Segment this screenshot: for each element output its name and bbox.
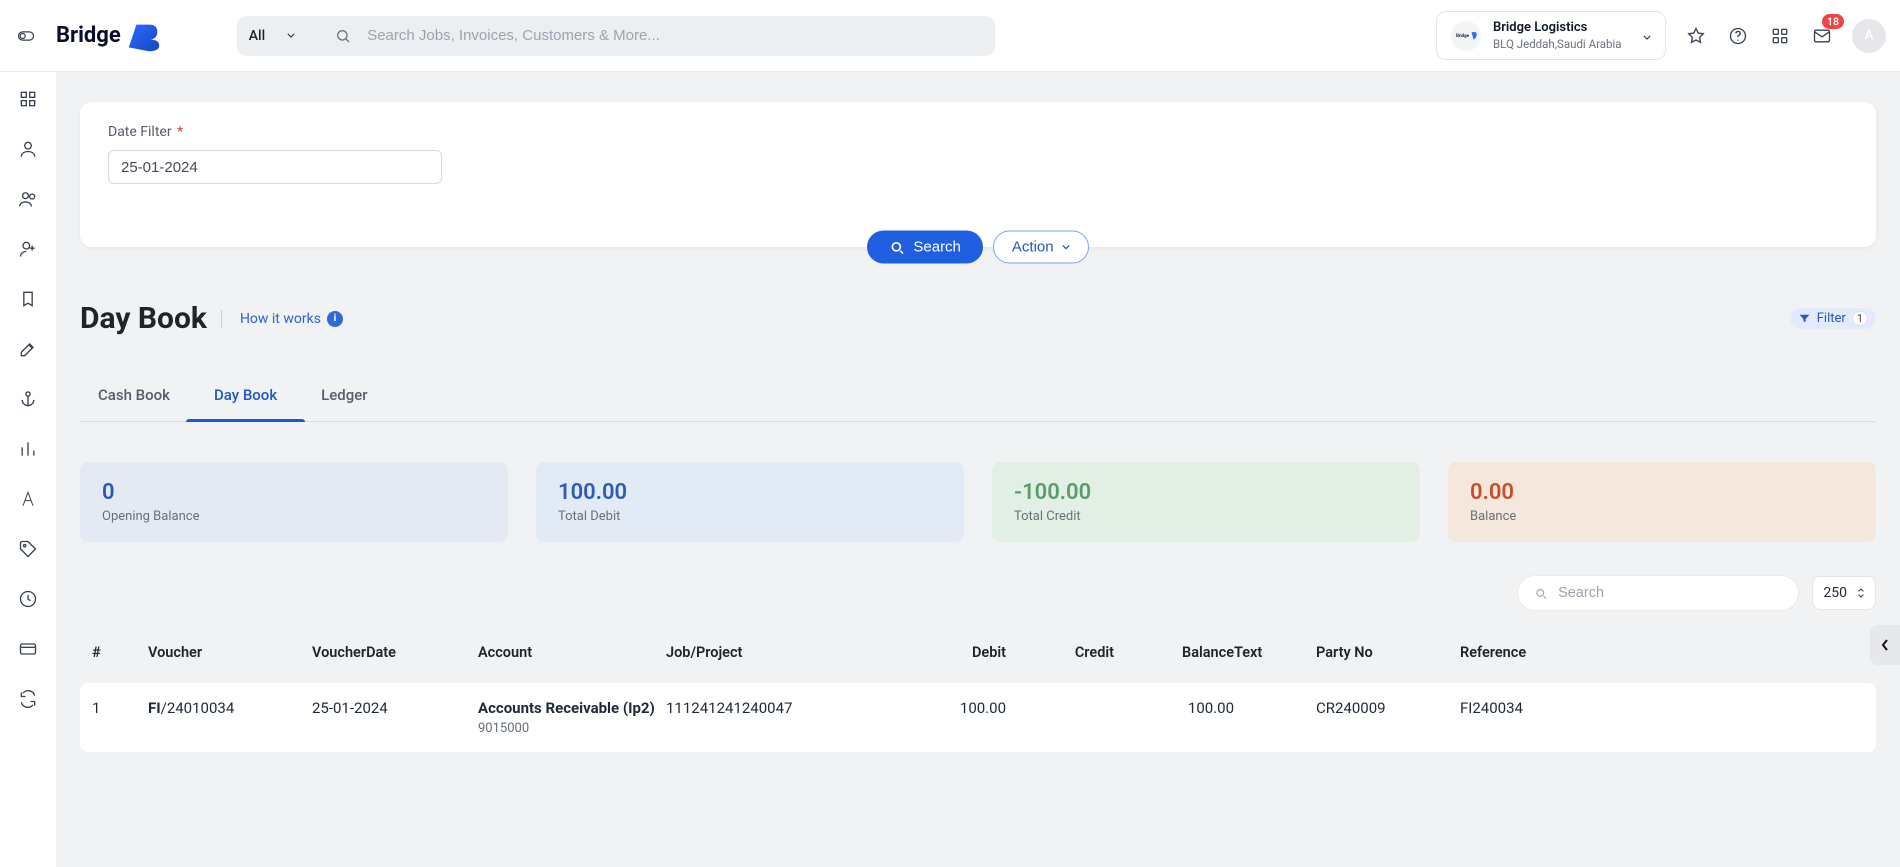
date-filter-input[interactable] <box>108 150 442 184</box>
org-avatar: Bridge <box>1451 21 1481 51</box>
page-title: Day Book <box>80 301 207 336</box>
page-size-select[interactable]: 250 <box>1812 576 1876 610</box>
anchor-icon[interactable] <box>17 388 39 410</box>
report-tabs: Cash Book Day Book Ledger <box>80 386 1876 422</box>
user-avatar[interactable]: A <box>1852 19 1886 53</box>
help-icon[interactable] <box>1726 24 1750 48</box>
panel-collapse-toggle[interactable] <box>1870 625 1900 665</box>
global-search-input[interactable] <box>365 26 983 45</box>
dashboard-icon[interactable] <box>17 88 39 110</box>
filter-panel: Date Filter * Search Action <box>80 102 1876 247</box>
left-nav <box>0 72 56 867</box>
table-search <box>1518 576 1798 610</box>
date-filter-label: Date Filter * <box>108 124 1848 140</box>
how-it-works-link[interactable]: How it works i <box>221 310 343 328</box>
history-icon[interactable] <box>17 588 39 610</box>
bookmark-icon[interactable] <box>17 288 39 310</box>
notifications-count: 18 <box>1822 14 1844 29</box>
main-content: Date Filter * Search Action Day Book <box>56 102 1900 792</box>
table-header: # Voucher VoucherDate Account Job/Projec… <box>80 628 1876 677</box>
search-category-label: All <box>249 28 265 44</box>
favorites-icon[interactable] <box>1684 24 1708 48</box>
action-dropdown-button[interactable]: Action <box>993 231 1089 264</box>
svg-text:Bridge: Bridge <box>1456 34 1470 39</box>
tab-cash-book[interactable]: Cash Book <box>98 386 170 421</box>
global-search: All <box>237 16 995 56</box>
search-icon <box>335 28 351 44</box>
search-category-select[interactable]: All <box>249 28 311 44</box>
edit-icon[interactable] <box>17 338 39 360</box>
main-scroll[interactable]: Date Filter * Search Action Day Book <box>56 72 1900 867</box>
tab-day-book[interactable]: Day Book <box>214 386 277 421</box>
reports-icon[interactable] <box>17 438 39 460</box>
card-total-credit: -100.00Total Credit <box>992 462 1420 542</box>
search-button[interactable]: Search <box>867 231 983 264</box>
search-icon <box>1534 586 1548 601</box>
active-filter-pill[interactable]: Filter 1 <box>1790 308 1876 329</box>
density-toggle-icon[interactable] <box>14 24 38 48</box>
summary-cards: 0Opening Balance 100.00Total Debit -100.… <box>80 462 1876 542</box>
org-switcher[interactable]: Bridge Bridge Logistics BLQ Jeddah,Saudi… <box>1436 11 1666 60</box>
info-icon: i <box>327 311 343 327</box>
add-user-icon[interactable] <box>17 238 39 260</box>
customer-icon[interactable] <box>17 138 39 160</box>
sync-icon[interactable] <box>17 688 39 710</box>
apps-icon[interactable] <box>1768 24 1792 48</box>
tag-icon[interactable] <box>17 538 39 560</box>
org-location: BLQ Jeddah,Saudi Arabia <box>1493 37 1622 51</box>
card-balance: 0.00Balance <box>1448 462 1876 542</box>
tab-ledger[interactable]: Ledger <box>321 386 367 421</box>
user-avatar-letter: A <box>1865 28 1874 43</box>
brand-logo-mark-icon <box>125 20 163 52</box>
users-icon[interactable] <box>17 188 39 210</box>
app-header: Bridge All <box>0 0 1900 72</box>
caret-down-icon <box>287 33 295 38</box>
table-row[interactable]: 1 FI/24010034 25-01-2024 Accounts Receiv… <box>80 683 1876 752</box>
card-opening-balance: 0Opening Balance <box>80 462 508 542</box>
brand-logo-text: Bridge <box>56 23 121 48</box>
font-icon[interactable] <box>17 488 39 510</box>
brand-logo[interactable]: Bridge <box>56 20 163 52</box>
daybook-table: # Voucher VoucherDate Account Job/Projec… <box>80 628 1876 752</box>
sort-icon <box>1857 588 1865 598</box>
table-search-input[interactable] <box>1556 584 1782 602</box>
card-total-debit: 100.00Total Debit <box>536 462 964 542</box>
caret-down-icon <box>1643 28 1651 44</box>
card-icon[interactable] <box>17 638 39 660</box>
filter-count: 1 <box>1852 311 1868 326</box>
org-name: Bridge Logistics <box>1493 20 1622 35</box>
inbox-icon[interactable]: 18 <box>1810 24 1834 48</box>
